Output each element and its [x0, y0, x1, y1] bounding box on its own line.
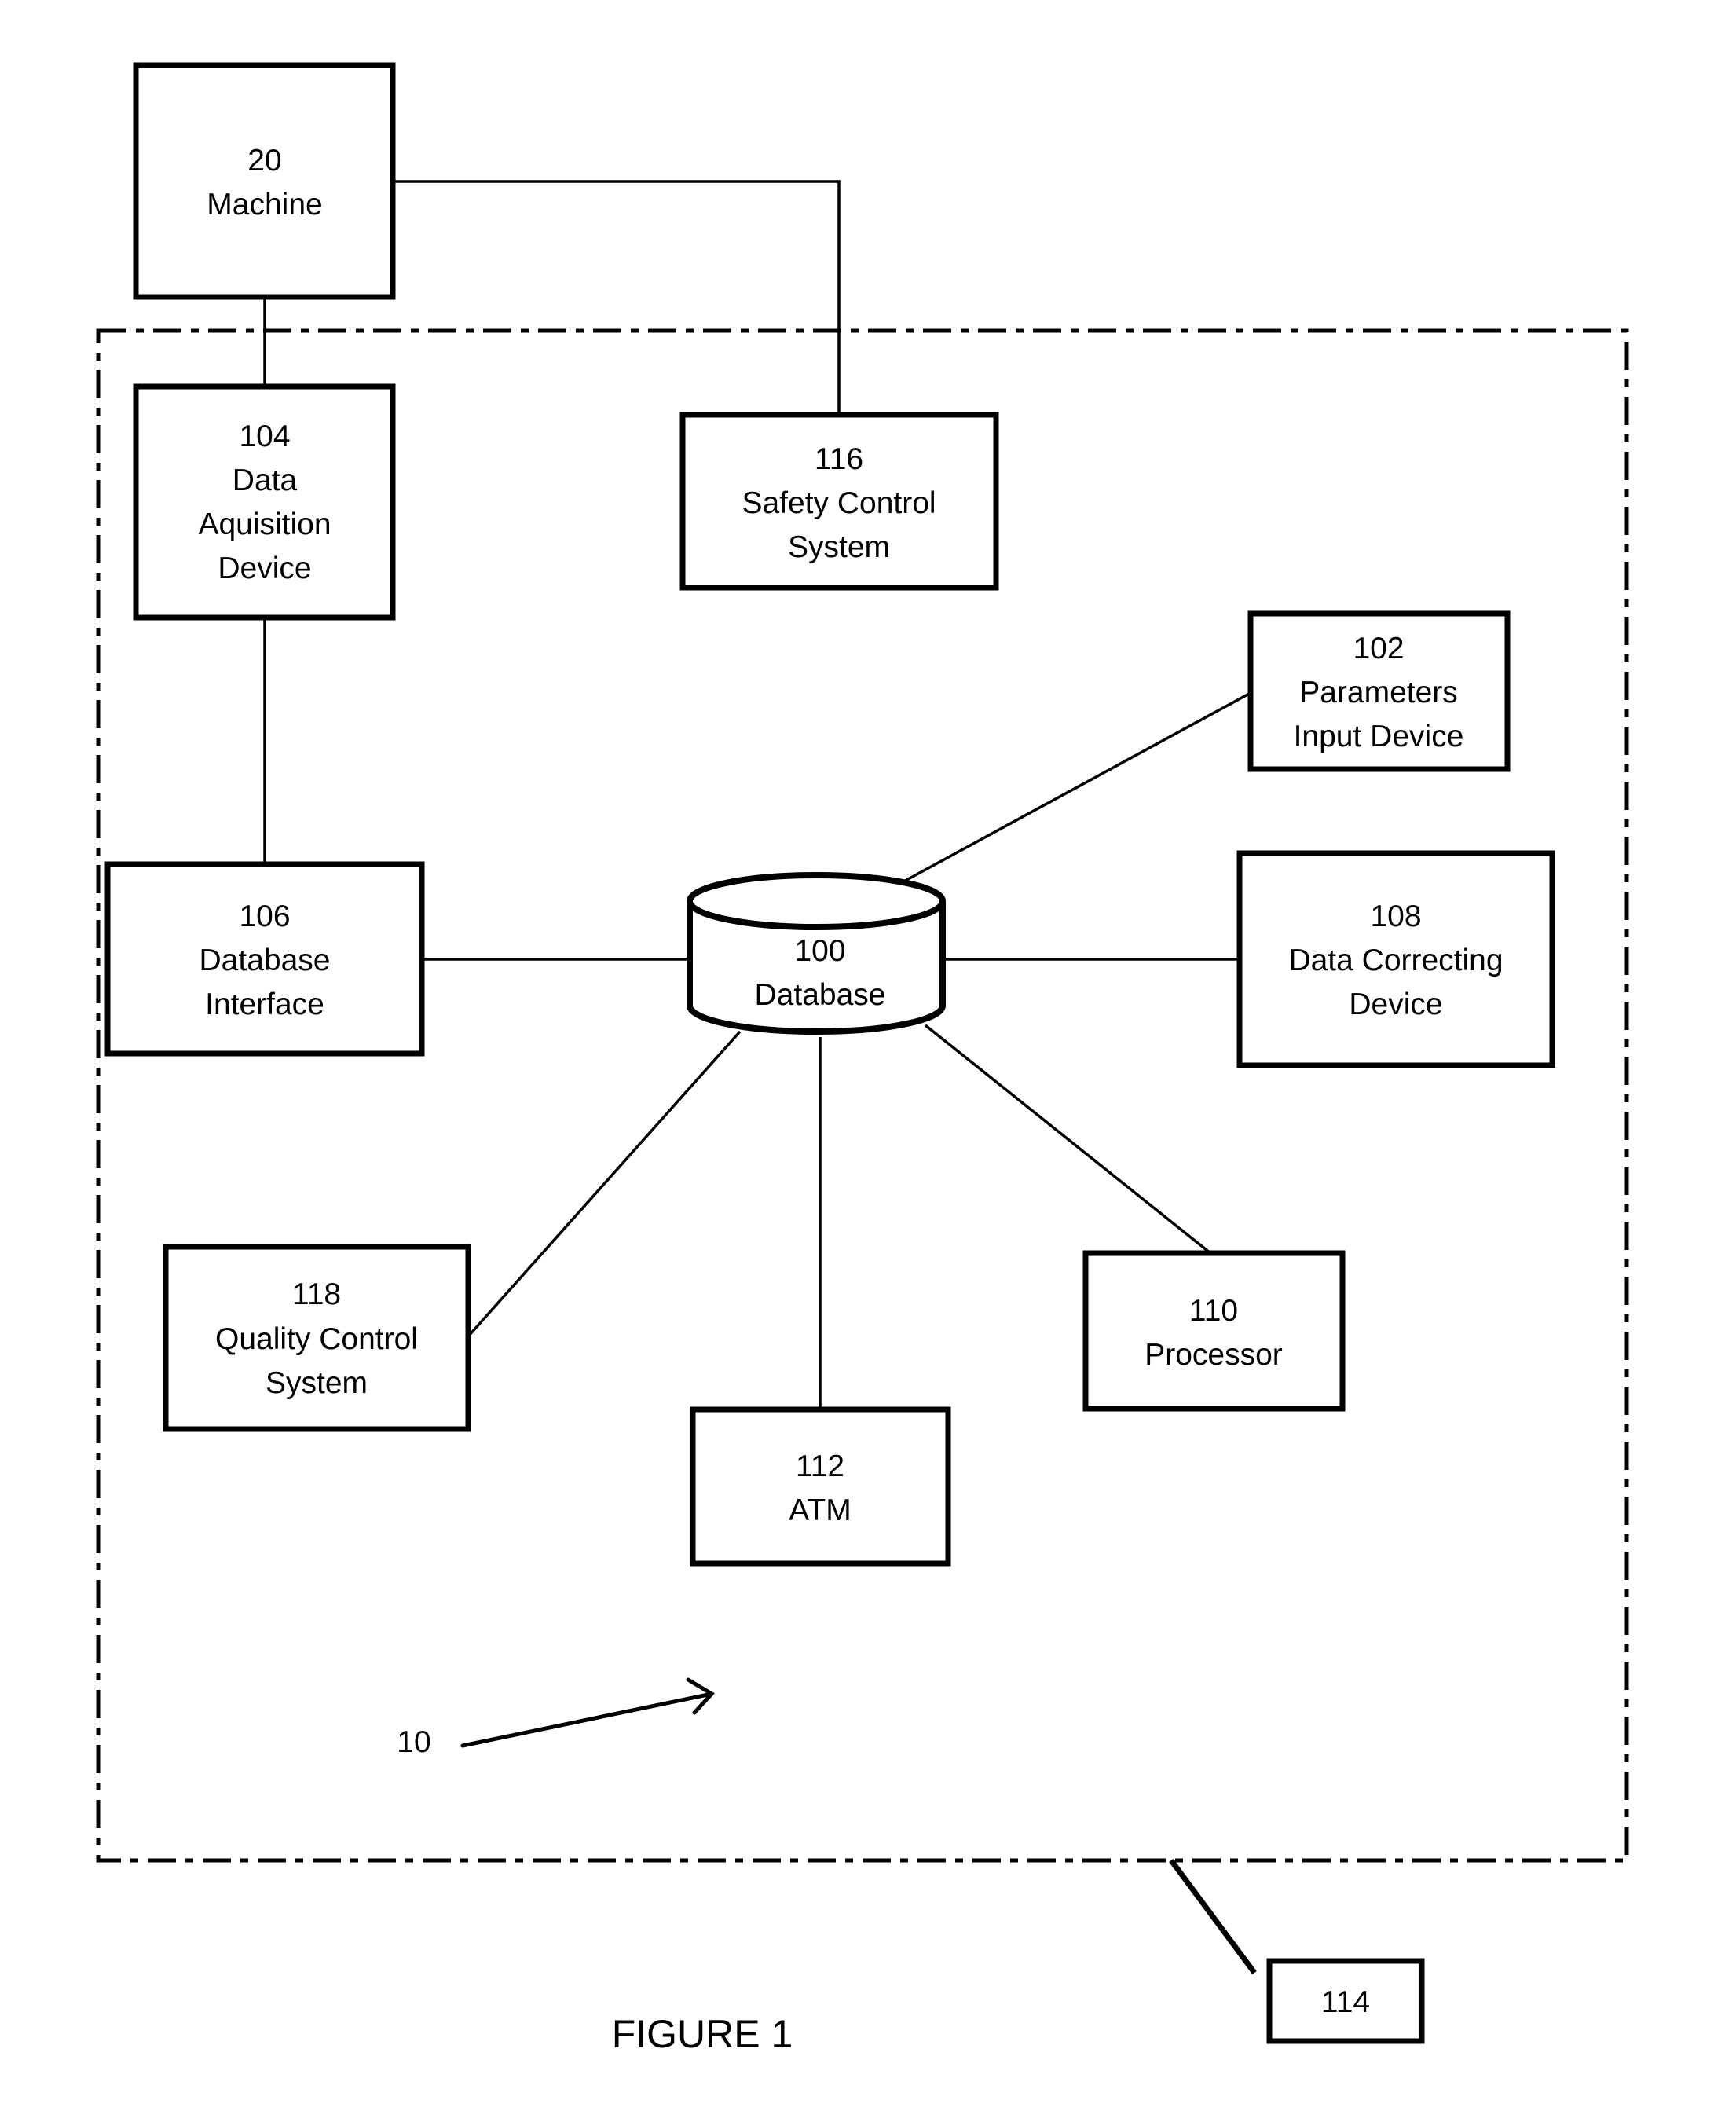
connector-100-102	[899, 691, 1251, 885]
node-machine-box[interactable]	[133, 62, 396, 300]
connector-100-110	[924, 1024, 1212, 1255]
system-ref-arrow	[460, 1677, 715, 1748]
node-atm-box[interactable]	[690, 1406, 951, 1567]
node-processor-box[interactable]	[1082, 1250, 1346, 1412]
connector-100-118	[467, 1030, 742, 1338]
system-ref-label: 10	[397, 1725, 430, 1759]
figure-caption: FIGURE 1	[612, 2012, 793, 2056]
node-external-label: 114	[1321, 1985, 1370, 2019]
block-diagram: 20 Machine 104 Data Aquisition Device 116 Saf…	[96, 62, 1629, 2056]
connector-boundary-114	[1169, 1858, 1257, 1975]
connector-machine-116	[393, 180, 841, 415]
